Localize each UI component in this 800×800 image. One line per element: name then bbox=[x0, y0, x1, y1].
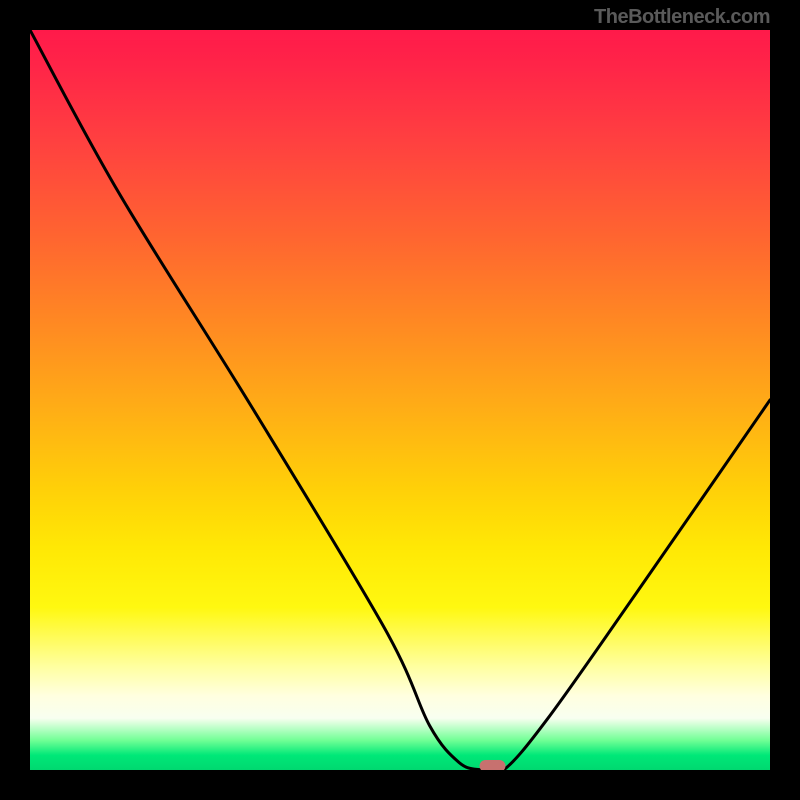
optimum-marker bbox=[480, 760, 506, 770]
bottleneck-chart: TheBottleneck.com bbox=[0, 0, 800, 800]
watermark-text: TheBottleneck.com bbox=[594, 6, 770, 29]
curve-layer bbox=[30, 30, 770, 770]
bottleneck-curve-path bbox=[30, 30, 770, 770]
plot-area bbox=[30, 30, 770, 770]
